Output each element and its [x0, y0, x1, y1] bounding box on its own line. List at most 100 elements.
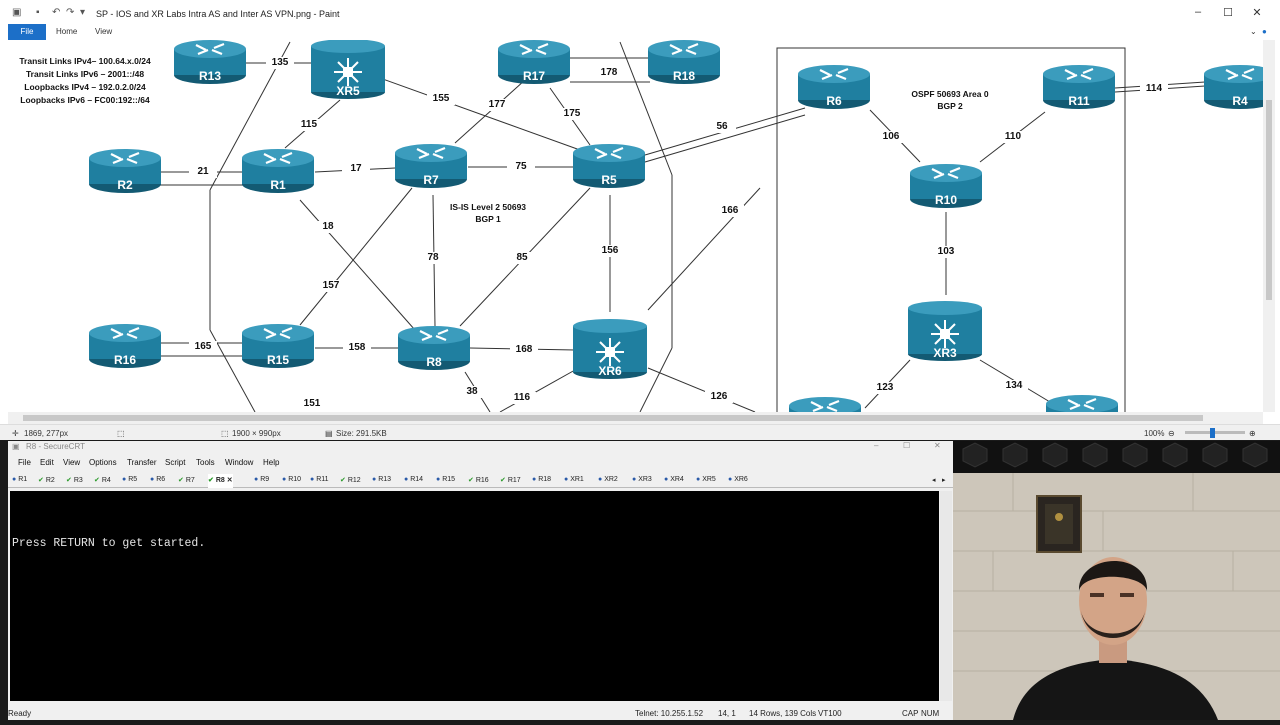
router-label-xr3: XR3 — [933, 346, 957, 360]
menu-help[interactable]: Help — [263, 458, 279, 467]
zoom-out-button[interactable]: ⊖ — [1168, 429, 1175, 438]
file-tab[interactable]: File — [8, 24, 46, 40]
file-size-icon: ▤ — [325, 429, 333, 438]
session-tab-r2[interactable]: ✔ R2 — [38, 476, 55, 484]
undo-icon[interactable]: ↶ — [52, 7, 60, 18]
redo-icon[interactable]: ↷ — [66, 7, 74, 18]
session-tab-r13[interactable]: ● R13 — [372, 476, 391, 483]
router-label-r5: R5 — [601, 173, 617, 187]
maximize-icon[interactable]: ☐ — [1213, 6, 1243, 19]
router-label-r15: R15 — [266, 353, 289, 367]
session-tab-r10[interactable]: ● R10 — [282, 476, 301, 483]
link-label: 38 — [458, 386, 486, 398]
session-tab-r9[interactable]: ● R9 — [254, 476, 269, 483]
link-label: 156 — [596, 245, 624, 257]
tab-home[interactable]: Home — [56, 24, 77, 40]
terminal-scrollbar[interactable] — [940, 491, 952, 701]
help-icon[interactable]: ● — [1262, 24, 1267, 40]
session-tab-r3[interactable]: ✔ R3 — [66, 476, 83, 484]
router-label-r8: R8 — [426, 355, 442, 369]
image-dimensions: 1900 × 990px — [232, 429, 281, 438]
paint-status-bar: ✛ 1869, 277px ⬚ ⬚ 1900 × 990px ▤ Size: 2… — [0, 424, 1280, 440]
customize-qat-icon[interactable]: ▾ — [80, 7, 85, 18]
status-caps: CAP — [902, 709, 919, 718]
link-label: 175 — [558, 108, 586, 120]
zoom-slider[interactable] — [1185, 431, 1245, 434]
session-tab-r5[interactable]: ● R5 — [122, 476, 137, 483]
router-label-r2: R2 — [117, 178, 133, 192]
minimize-icon[interactable]: – — [874, 441, 878, 450]
link-label: 151 — [298, 398, 326, 410]
paint-app-icon: ▣ — [12, 7, 22, 18]
session-tab-r7[interactable]: ✔ R7 — [178, 476, 195, 484]
menu-transfer[interactable]: Transfer — [127, 458, 157, 467]
tab-scroll-right-icon[interactable]: ▸ — [942, 476, 946, 484]
close-tab-icon[interactable]: ✕ — [225, 477, 233, 484]
paint-title-bar: ▣ ▪ ↶ ↷ ▾ SP - IOS and XR Labs Intra AS … — [0, 4, 1280, 24]
menu-tools[interactable]: Tools — [196, 458, 215, 467]
link-label: 116 — [508, 392, 536, 404]
terminal-line: Press RETURN to get started. — [12, 537, 206, 550]
scroll-thumb[interactable] — [23, 415, 1203, 421]
session-tab-r14[interactable]: ● R14 — [404, 476, 423, 483]
webcam-overlay — [953, 441, 1280, 720]
session-tab-xr1[interactable]: ● XR1 — [564, 476, 584, 483]
paint-vertical-scrollbar[interactable] — [1263, 40, 1275, 412]
paint-canvas[interactable]: Transit Links IPv4– 100.64.x.0/24 Transi… — [8, 40, 1263, 412]
status-emulation: VT100 — [818, 709, 842, 718]
isis-label-line: BGP 1 — [475, 214, 501, 224]
ribbon-collapse-icon[interactable]: ⌄ — [1250, 24, 1257, 40]
paint-horizontal-scrollbar[interactable] — [8, 412, 1263, 424]
menu-window[interactable]: Window — [225, 458, 253, 467]
tab-view[interactable]: View — [95, 24, 112, 40]
ospf-label-line: OSPF 50693 Area 0 — [911, 89, 989, 99]
menu-file[interactable]: File — [18, 458, 31, 467]
maximize-icon[interactable]: ☐ — [903, 441, 910, 450]
securecrt-window: ▣ R8 - SecureCRT – ☐ ✕ File Edit View Optio… — [8, 441, 953, 720]
securecrt-status-bar: Ready Telnet: 10.255.1.52 14, 1 14 Rows,… — [0, 705, 953, 720]
link-label: 155 — [427, 93, 455, 105]
session-tabs: ◂ ▸ ● R1 ✔ R2 ✔ R3 ✔ R4 ● R5 ● R6 ✔ R7 ✔ R8 ✕ ● … — [8, 474, 953, 488]
close-icon[interactable]: ✕ — [1242, 6, 1272, 19]
link-label: 103 — [932, 246, 960, 258]
session-tab-xr5[interactable]: ● XR5 — [696, 476, 716, 483]
session-tab-r6[interactable]: ● R6 — [150, 476, 165, 483]
router-label-r13: R13 — [198, 69, 221, 83]
link-label: 78 — [419, 252, 447, 264]
router-label-xr5: XR5 — [336, 84, 360, 98]
session-tab-xr6[interactable]: ● XR6 — [728, 476, 748, 483]
tab-scroll-left-icon[interactable]: ◂ — [932, 476, 936, 484]
session-tab-r16[interactable]: ✔ R16 — [468, 476, 489, 484]
scroll-thumb[interactable] — [1266, 100, 1272, 300]
menu-script[interactable]: Script — [165, 458, 185, 467]
terminal-screen[interactable]: Press RETURN to get started. — [10, 491, 939, 701]
link-label: 75 — [507, 161, 535, 173]
legend-line: Transit Links IPv6 – 2001::/48 — [25, 69, 145, 79]
securecrt-title-bar: ▣ R8 - SecureCRT – ☐ ✕ — [8, 441, 953, 453]
link-label: 56 — [708, 121, 736, 133]
session-tab-r18[interactable]: ● R18 — [532, 476, 551, 483]
menu-options[interactable]: Options — [89, 458, 117, 467]
session-tab-r11[interactable]: ● R11 — [310, 476, 329, 483]
session-tab-xr4[interactable]: ● XR4 — [664, 476, 684, 483]
session-tab-r1[interactable]: ● R1 — [12, 476, 27, 483]
menu-edit[interactable]: Edit — [40, 458, 54, 467]
session-tab-r17[interactable]: ✔ R17 — [500, 476, 521, 484]
session-tab-r4[interactable]: ✔ R4 — [94, 476, 111, 484]
link-label: 157 — [317, 280, 345, 292]
menu-view[interactable]: View — [63, 458, 80, 467]
link-label: 106 — [877, 131, 905, 143]
session-tab-r8[interactable]: ✔ R8 ✕ — [208, 474, 233, 488]
session-tab-r12[interactable]: ✔ R12 — [340, 476, 361, 484]
session-tab-r15[interactable]: ● R15 — [436, 476, 455, 483]
save-icon[interactable]: ▪ — [36, 7, 40, 18]
zoom-slider-thumb[interactable] — [1210, 428, 1215, 438]
status-ready: Ready — [8, 709, 32, 718]
securecrt-title: R8 - SecureCRT — [26, 442, 85, 451]
zoom-in-button[interactable]: ⊕ — [1249, 429, 1256, 438]
session-tab-xr3[interactable]: ● XR3 — [632, 476, 652, 483]
session-tab-xr2[interactable]: ● XR2 — [598, 476, 618, 483]
close-icon[interactable]: ✕ — [934, 441, 941, 450]
link-label: 21 — [189, 166, 217, 178]
minimize-icon[interactable]: – — [1183, 6, 1213, 18]
